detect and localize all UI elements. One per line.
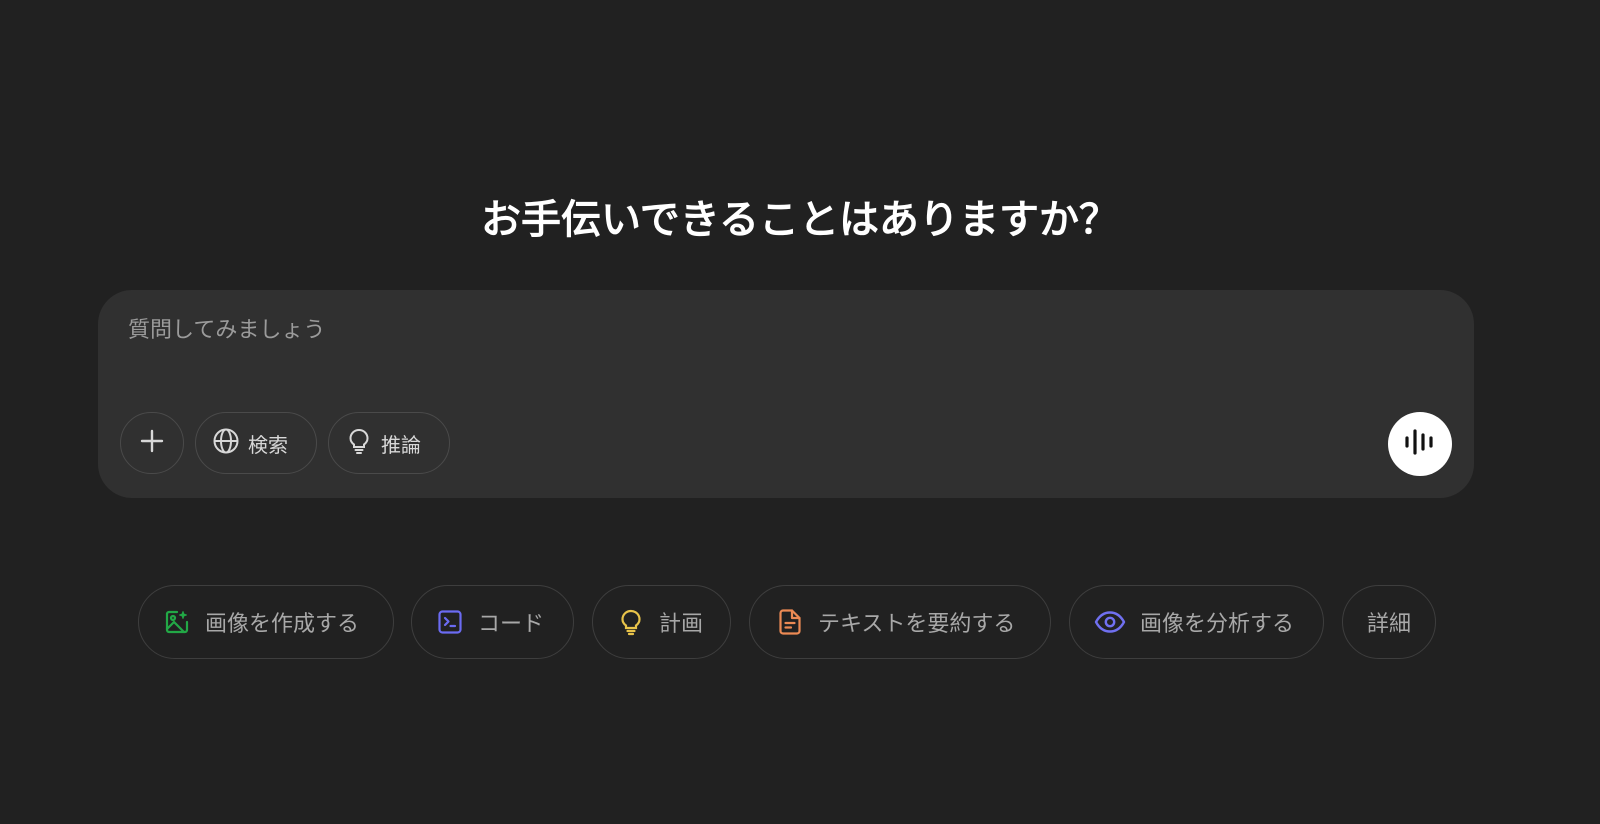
suggestion-analyze-image[interactable]: 画像を分析する bbox=[1069, 585, 1324, 659]
suggestion-label: 画像を作成する bbox=[205, 612, 360, 637]
suggestion-label: 詳細 bbox=[1366, 612, 1411, 637]
suggestion-label: コード bbox=[478, 612, 545, 637]
lightbulb-icon bbox=[345, 427, 373, 460]
reason-tool-button[interactable]: 推論 bbox=[328, 412, 450, 474]
suggestion-label: 画像を分析する bbox=[1140, 612, 1295, 637]
suggestion-more[interactable]: 詳細 bbox=[1342, 585, 1436, 659]
prompt-input[interactable] bbox=[128, 312, 1428, 348]
voice-mode-button[interactable] bbox=[1388, 412, 1452, 476]
reason-tool-label: 推論 bbox=[381, 432, 421, 457]
suggestion-summarize-text[interactable]: テキストを要約する bbox=[749, 585, 1051, 659]
search-tool-label: 検索 bbox=[248, 432, 288, 457]
suggestion-plan[interactable]: 計画 bbox=[592, 585, 731, 659]
suggestion-code[interactable]: コード bbox=[411, 585, 574, 659]
prompt-composer: 検索 推論 bbox=[98, 290, 1474, 498]
suggestion-label: テキストを要約する bbox=[818, 612, 1016, 637]
lightbulb-icon bbox=[617, 608, 645, 636]
eye-icon bbox=[1094, 608, 1126, 636]
terminal-icon bbox=[436, 608, 464, 636]
add-attachment-button[interactable] bbox=[120, 412, 184, 474]
globe-icon bbox=[212, 427, 240, 460]
suggestion-chips: 画像を作成する コード 計画 テキストを要約する 画像を分析する 詳細 bbox=[0, 585, 1600, 659]
image-create-icon bbox=[163, 608, 191, 636]
plus-icon bbox=[139, 428, 165, 459]
voice-waveform-icon bbox=[1403, 427, 1437, 461]
suggestion-create-image[interactable]: 画像を作成する bbox=[138, 585, 394, 659]
search-tool-button[interactable]: 検索 bbox=[195, 412, 317, 474]
document-icon bbox=[776, 608, 804, 636]
suggestion-label: 計画 bbox=[659, 612, 704, 637]
page-heading: お手伝いできることはありますか？ bbox=[481, 197, 1119, 243]
chat-home-page: お手伝いできることはありますか？ 検索 bbox=[0, 0, 1600, 824]
